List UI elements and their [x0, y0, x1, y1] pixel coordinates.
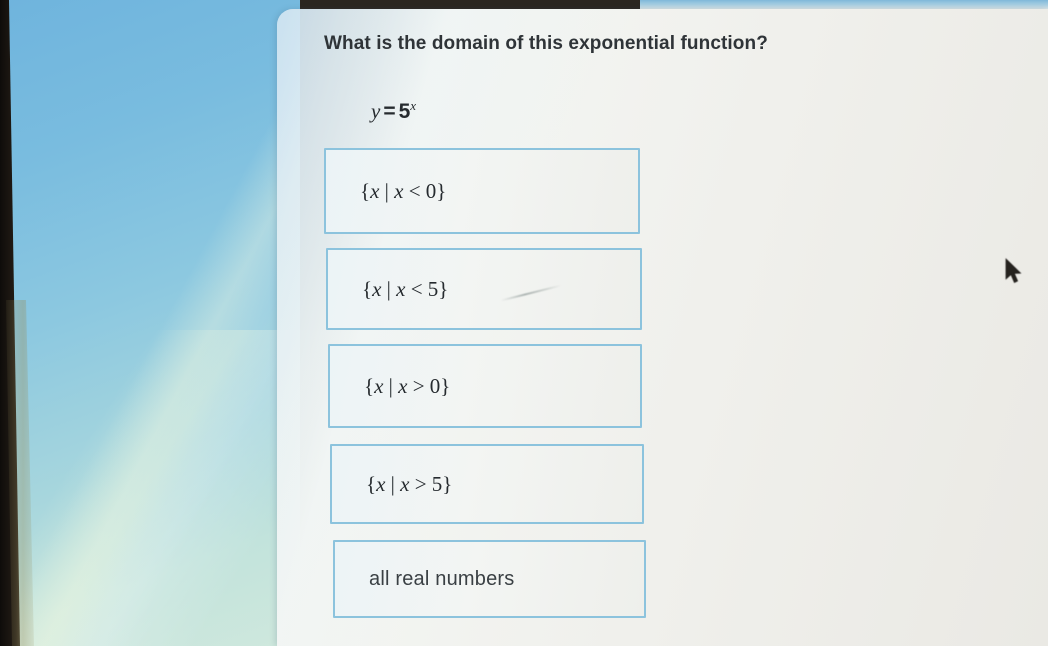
answer-option-1[interactable]: {x | x < 0}: [324, 148, 640, 234]
equation-operator: =: [383, 100, 396, 123]
equation-exponent: x: [410, 98, 417, 113]
answer-option-5-label: all real numbers: [369, 567, 515, 590]
answer-option-5[interactable]: all real numbers: [333, 540, 646, 618]
desktop-wallpaper: [0, 0, 300, 646]
answer-option-3[interactable]: {x | x > 0}: [328, 344, 642, 428]
answer-option-4[interactable]: {x | x > 5}: [330, 444, 644, 524]
answer-option-3-label: {x | x > 0}: [364, 373, 451, 398]
equation: y = 5x: [371, 98, 416, 124]
answer-option-2[interactable]: {x | x < 5}: [326, 248, 642, 330]
page-title: What is the domain of this exponential f…: [324, 33, 768, 54]
paper-top-blue-strip: [640, 0, 1048, 9]
equation-base: 5: [398, 100, 411, 123]
screen-photo: What is the domain of this exponential f…: [0, 0, 1048, 646]
mouse-pointer-icon: [1005, 258, 1022, 283]
answer-option-1-label: {x | x < 0}: [360, 178, 447, 203]
answer-option-4-label: {x | x > 5}: [366, 471, 453, 496]
equation-lhs: y: [371, 99, 381, 123]
answer-option-2-label: {x | x < 5}: [362, 276, 449, 301]
